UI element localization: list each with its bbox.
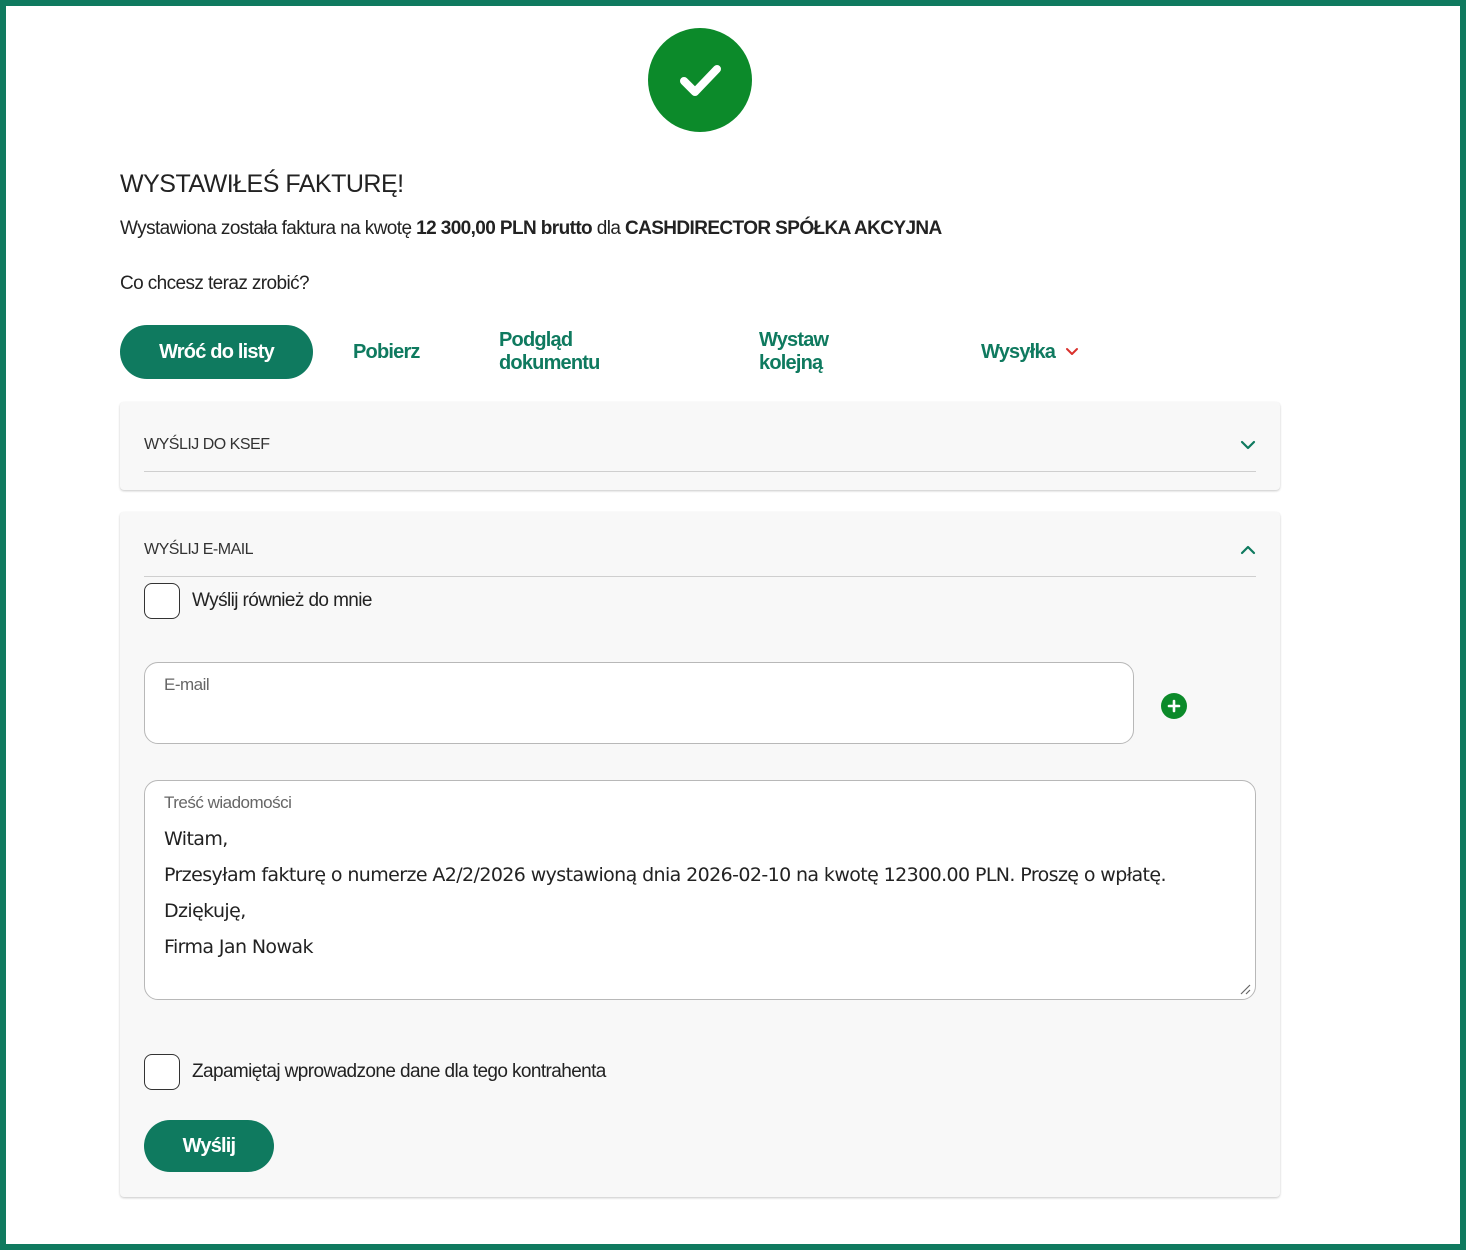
message-text[interactable]: Witam, Przesyłam fakturę o numerze A2/2/… [164,821,1244,965]
remember-data-checkbox[interactable] [144,1054,180,1090]
invoice-amount: 12 300,00 PLN brutto [416,218,593,239]
send-copy-checkbox[interactable] [144,583,180,619]
shipping-label: Wysyłka [981,340,1056,363]
page-title: WYSTAWIŁEŚ FAKTURĘ! [120,170,404,198]
shipping-dropdown[interactable]: Wysyłka [981,325,1079,379]
ksef-panel-title: WYŚLIJ DO KSEF [144,435,270,453]
client-name: CASHDIRECTOR SPÓŁKA AKCYJNA [624,218,942,239]
email-panel-header[interactable]: WYŚLIJ E-MAIL [144,523,1256,577]
resize-handle-icon[interactable] [1237,981,1251,995]
email-panel: WYŚLIJ E-MAIL Wyślij również do mnie E-m… [120,512,1280,1197]
issue-next-link[interactable]: Wystaw kolejną [759,325,829,379]
ksef-panel-header[interactable]: WYŚLIJ DO KSEF [144,418,1256,472]
preview-document-link[interactable]: Podgląd dokumentu [499,325,600,379]
summary-prefix: Wystawiona została faktura na kwotę [120,218,417,239]
message-field[interactable]: Treść wiadomości Witam, Przesyłam faktur… [144,780,1256,1000]
chevron-down-icon [1240,440,1256,450]
download-link[interactable]: Pobierz [353,325,420,379]
send-button[interactable]: Wyślij [144,1120,274,1172]
invoice-summary: Wystawiona została faktura na kwotę 12 3… [120,218,942,240]
email-field[interactable]: E-mail [144,662,1134,744]
email-field-label: E-mail [164,675,210,694]
success-check-icon [648,28,752,132]
chevron-up-icon [1240,545,1256,555]
remember-data-label: Zapamiętaj wprowadzone dane dla tego kon… [192,1061,606,1082]
next-step-question: Co chcesz teraz zrobić? [120,273,310,294]
remember-data-checkbox-row[interactable]: Zapamiętaj wprowadzone dane dla tego kon… [144,1054,606,1090]
email-panel-title: WYŚLIJ E-MAIL [144,540,254,558]
chevron-down-icon [1065,347,1079,357]
summary-middle: dla [592,218,625,239]
add-email-icon[interactable] [1161,693,1187,719]
send-copy-label: Wyślij również do mnie [192,590,372,611]
back-to-list-button[interactable]: Wróć do listy [120,325,313,379]
ksef-panel: WYŚLIJ DO KSEF [120,402,1280,490]
send-copy-checkbox-row[interactable]: Wyślij również do mnie [144,583,372,619]
message-field-label: Treść wiadomości [164,793,292,812]
